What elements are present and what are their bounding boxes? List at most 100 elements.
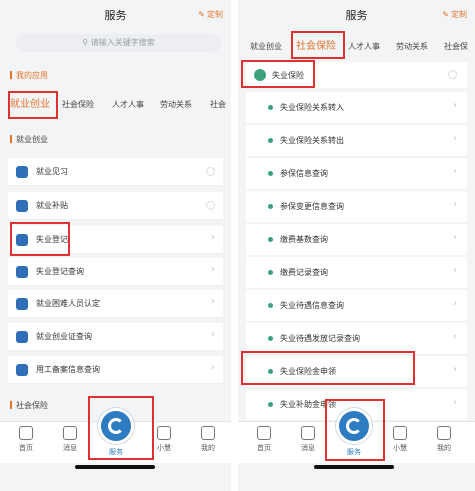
item-label: 就业见习 [36, 167, 68, 176]
nav-messages[interactable]: 消息 [288, 426, 328, 453]
tab-social-insurance[interactable]: 社会保险 [62, 92, 94, 118]
list-item-contribution-base-query[interactable]: 缴费基数查询 › [246, 224, 467, 256]
service-logo-icon [346, 418, 362, 434]
list-item-certificate-query[interactable]: 就业创业证查询 › [8, 323, 223, 351]
umbrella-icon [254, 69, 266, 81]
nav-home[interactable]: 首页 [6, 426, 46, 453]
chevron-right-icon: › [211, 232, 215, 243]
nav-mine[interactable]: 我的 [188, 426, 228, 453]
list-item-transfer-in[interactable]: 失业保险关系转入 › [246, 92, 467, 124]
group-label: 失业保险 [272, 71, 304, 80]
list-item-transfer-out[interactable]: 失业保险关系转出 › [246, 125, 467, 157]
chevron-right-icon: › [453, 133, 457, 144]
nav-label: 首页 [257, 444, 271, 452]
user-icon [201, 426, 215, 440]
nav-label: 小慧 [393, 444, 407, 452]
home-icon [19, 426, 33, 440]
nav-label: 服务 [109, 448, 123, 456]
nav-service-button[interactable] [336, 408, 372, 444]
section-label: 就业创业 [16, 135, 48, 144]
item-label: 缴费记录查询 [280, 268, 328, 277]
nav-label: 消息 [301, 444, 315, 452]
nav-label: 服务 [347, 448, 361, 456]
nav-home[interactable]: 首页 [244, 426, 284, 453]
nav-service-button[interactable] [98, 408, 134, 444]
list-item-hardship-recognition[interactable]: 就业困难人员认定 › [8, 290, 223, 318]
chevron-right-icon: › [453, 265, 457, 276]
right-phone-screen: 服务 ✎ 定制 就业创业 社会保险 人才人事 劳动关系 社会保 失业保险 失业保险… [238, 0, 475, 491]
list-item-benefit-application[interactable]: 失业保险金申领 › [246, 356, 467, 388]
speaker-icon [301, 426, 315, 440]
search-input[interactable]: ⚲ 请输入关键字搜索 [16, 34, 221, 52]
search-placeholder: 请输入关键字搜索 [90, 38, 155, 47]
item-label: 缴费基数查询 [280, 235, 328, 244]
home-indicator [75, 465, 155, 469]
customize-label: 定制 [207, 10, 223, 19]
list-item-registration-query[interactable]: 失业登记查询 › [8, 258, 223, 286]
bullet-icon [268, 270, 273, 275]
item-label: 失业登记查询 [36, 267, 84, 276]
nav-label: 消息 [63, 444, 77, 452]
headset-icon [157, 426, 171, 440]
list-item-unemployment-registration[interactable]: 失业登记 › [8, 226, 223, 254]
customize-button[interactable]: ✎ 定制 [198, 9, 223, 20]
tab-social-insurance[interactable]: 社会保险 [296, 34, 336, 60]
list-item-benefit-query[interactable]: 失业待遇信息查询 › [246, 290, 467, 322]
bullet-icon [268, 369, 273, 374]
list-item-enrollment-query[interactable]: 参保信息查询 › [246, 158, 467, 190]
bullet-icon [268, 171, 273, 176]
internship-icon [16, 166, 28, 178]
nav-label: 我的 [437, 444, 451, 452]
tab-labor-relations[interactable]: 劳动关系 [396, 34, 428, 60]
chevron-right-icon: › [453, 331, 457, 342]
nav-assistant[interactable]: 小慧 [144, 426, 184, 453]
item-label: 参保信息查询 [280, 169, 328, 178]
tab-more[interactable]: 社会保 [444, 34, 468, 60]
nav-assistant[interactable]: 小慧 [380, 426, 420, 453]
item-label: 失业保险关系转出 [280, 136, 344, 145]
my-apps-heading: 我的应用 [10, 70, 48, 81]
top-bar: 服务 ✎ 定制 [238, 0, 475, 30]
bullet-icon [268, 303, 273, 308]
pen-icon: ✎ [198, 10, 205, 19]
document-icon [16, 364, 28, 376]
item-label: 就业补贴 [36, 201, 68, 210]
tab-employment[interactable]: 就业创业 [250, 34, 282, 60]
tab-more[interactable]: 社会 [210, 92, 226, 118]
item-label: 失业保险金申领 [280, 367, 336, 376]
list-item-payment-record-query[interactable]: 缴费记录查询 › [246, 257, 467, 289]
nav-mine[interactable]: 我的 [424, 426, 464, 453]
list-item-subsidy[interactable]: 就业补贴 [8, 192, 223, 220]
item-label: 失业待遇信息查询 [280, 301, 344, 310]
certificate-icon [16, 331, 28, 343]
nav-label: 我的 [201, 444, 215, 452]
bullet-icon [268, 138, 273, 143]
item-label: 失业待遇发放记录查询 [280, 334, 360, 343]
top-bar: 服务 ✎ 定制 [0, 0, 231, 30]
item-label: 失业登记 [36, 235, 68, 244]
list-item-employment-record-query[interactable]: 用工备案信息查询 › [8, 356, 223, 384]
chevron-right-icon: › [211, 296, 215, 307]
tab-talent[interactable]: 人才人事 [112, 92, 144, 118]
nav-messages[interactable]: 消息 [50, 426, 90, 453]
list-item-benefit-record-query[interactable]: 失业待遇发放记录查询 › [246, 323, 467, 355]
tab-labor-relations[interactable]: 劳动关系 [160, 92, 192, 118]
chevron-right-icon: › [453, 364, 457, 375]
group-unemployment-insurance[interactable]: 失业保险 [246, 62, 467, 88]
tab-employment[interactable]: 就业创业 [10, 92, 50, 118]
left-phone-screen: 服务 ✎ 定制 ⚲ 请输入关键字搜索 我的应用 就业创业 社会保险 人才人事 劳动… [0, 0, 231, 491]
collapse-icon [448, 70, 457, 79]
category-tabs: 就业创业 社会保险 人才人事 劳动关系 社会 [0, 92, 231, 118]
bullet-icon [268, 336, 273, 341]
chevron-right-icon: › [211, 362, 215, 373]
list-item-change-query[interactable]: 参保变更信息查询 › [246, 191, 467, 223]
item-label: 用工备案信息查询 [36, 365, 100, 374]
customize-button[interactable]: ✎ 定制 [442, 9, 467, 20]
list-item-internship[interactable]: 就业见习 [8, 158, 223, 186]
query-icon [16, 266, 28, 278]
bullet-icon [268, 105, 273, 110]
tab-talent[interactable]: 人才人事 [348, 34, 380, 60]
page-title: 服务 [104, 9, 127, 22]
bullet-icon [268, 237, 273, 242]
chevron-right-icon: › [211, 264, 215, 275]
